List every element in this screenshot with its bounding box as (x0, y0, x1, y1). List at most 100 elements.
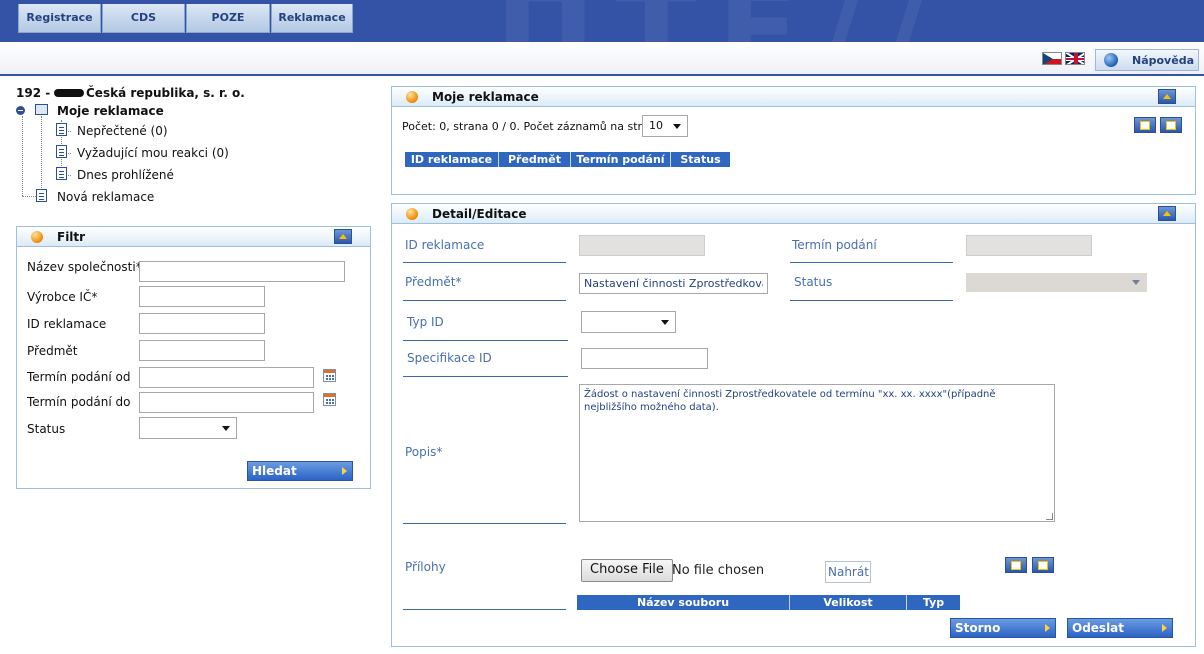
document-icon (56, 167, 67, 180)
page-size-select[interactable]: 10 (642, 115, 688, 137)
claim-id-label: ID reklamace (27, 317, 107, 331)
detail-header: Detail/Editace (392, 204, 1195, 224)
resize-grip-icon[interactable] (1046, 513, 1053, 520)
document-icon (56, 145, 67, 158)
collapse-minus-icon[interactable] (16, 106, 25, 115)
search-button[interactable]: Hledat (247, 461, 353, 481)
tree-item-new-claim[interactable]: Nová reklamace (57, 190, 154, 204)
tree-connector (41, 116, 42, 192)
help-label: Nápověda (1132, 54, 1194, 67)
column-header[interactable]: Status (671, 152, 730, 167)
english-flag-icon[interactable] (1065, 52, 1085, 65)
orange-bullet-icon (31, 231, 43, 243)
tree-connector (22, 116, 23, 196)
tree-item-my-claims[interactable]: Moje reklamace (57, 104, 164, 118)
column-header[interactable]: Předmět (499, 152, 571, 167)
status-label: Status (27, 422, 66, 436)
spec-id-input[interactable] (581, 348, 708, 369)
orange-bullet-icon (406, 91, 418, 103)
sub-header-bar (0, 42, 1204, 76)
label-underline (403, 340, 568, 341)
attach-export-icon[interactable] (1032, 557, 1054, 573)
company-name: Česká republika, s. r. o. (86, 86, 245, 100)
tab-reklamace[interactable]: Reklamace (271, 4, 353, 33)
files-table-header: Název souboru Velikost Typ (577, 595, 960, 610)
tab-cds[interactable]: CDS (102, 4, 185, 33)
description-text: Žádost o nastavení činnosti Zprostředkov… (584, 389, 996, 413)
submit-date-label: Termín podání (792, 238, 877, 252)
chevron-down-icon (1132, 280, 1140, 285)
column-header[interactable]: Velikost (790, 595, 907, 610)
arrow-right-icon (1162, 624, 1167, 632)
upload-button[interactable]: Nahrát (825, 561, 871, 583)
cancel-button[interactable]: Storno (950, 618, 1056, 638)
submit-date-field (966, 235, 1092, 256)
column-header[interactable]: Termín podání (571, 152, 671, 167)
cancel-button-label: Storno (955, 621, 1001, 635)
export-icon[interactable] (1134, 117, 1156, 133)
page-size-value: 10 (649, 119, 663, 132)
record-count-text: Počet: 0, strana 0 / 0. Počet záznamů na… (402, 120, 669, 133)
date-from-input[interactable] (139, 367, 314, 388)
tab-registrace[interactable]: Registrace (18, 4, 101, 33)
claim-id-field (579, 235, 705, 256)
spec-id-label: Specifikace ID (407, 351, 492, 365)
claim-id-input[interactable] (139, 313, 265, 334)
tree-item-viewed-today[interactable]: Dnes prohlížené (77, 168, 174, 182)
my-claims-collapse-button[interactable] (1158, 89, 1176, 104)
chevron-down-icon (661, 320, 669, 325)
top-navigation-bar: ПТЕ// Registrace CDS POZE Reklamace (0, 0, 1204, 42)
attachments-label: Přílohy (405, 560, 446, 574)
subject-input[interactable] (579, 273, 768, 294)
calendar-icon[interactable] (323, 393, 336, 406)
chevron-down-icon (673, 124, 681, 129)
type-id-select[interactable] (581, 311, 676, 333)
orange-bullet-icon (406, 208, 418, 220)
calendar-icon[interactable] (323, 369, 336, 382)
my-claims-title: Moje reklamace (432, 90, 539, 104)
trash-icon[interactable] (1005, 557, 1027, 573)
claims-table-header: ID reklamace Předmět Termín podání Statu… (405, 152, 730, 167)
no-file-text: No file chosen (672, 563, 765, 578)
label-underline (403, 523, 566, 524)
status-select[interactable] (139, 417, 237, 439)
my-claims-header: Moje reklamace (392, 87, 1195, 107)
tab-poze[interactable]: POZE (186, 4, 270, 33)
company-prefix: 192 - (16, 86, 51, 100)
subject-input[interactable] (139, 340, 265, 361)
claim-id-label: ID reklamace (405, 238, 485, 252)
document-icon (56, 123, 67, 136)
label-underline (790, 300, 953, 301)
document-icon (36, 189, 47, 202)
date-from-label: Termín podání od (27, 370, 131, 384)
label-underline (403, 376, 568, 377)
subject-label: Předmět (27, 344, 78, 358)
column-header[interactable]: Typ (907, 595, 960, 610)
detail-collapse-button[interactable] (1158, 206, 1176, 221)
send-button[interactable]: Odeslat (1067, 618, 1173, 638)
manufacturer-input[interactable] (139, 286, 265, 307)
filter-collapse-button[interactable] (334, 229, 352, 244)
print-icon[interactable] (1160, 117, 1182, 133)
column-header[interactable]: ID reklamace (405, 152, 499, 167)
send-button-label: Odeslat (1072, 621, 1125, 635)
description-textarea[interactable]: Žádost o nastavení činnosti Zprostředkov… (579, 384, 1055, 522)
tree-item-needs-reaction[interactable]: Vyžadující mou reakci (0) (77, 146, 229, 160)
arrow-right-icon (342, 467, 347, 475)
czech-flag-icon[interactable] (1042, 52, 1062, 65)
chevron-down-icon (222, 426, 230, 431)
detail-title: Detail/Editace (432, 207, 527, 221)
choose-file-button[interactable]: Choose File (581, 559, 673, 582)
tree-item-unread[interactable]: Nepřečtené (0) (77, 124, 168, 138)
redacted-text (54, 89, 84, 97)
status-label: Status (794, 275, 833, 289)
company-input[interactable] (139, 261, 345, 282)
background-watermark: ПТЕ// (495, 0, 947, 42)
company-label: Název společnosti* (27, 260, 142, 274)
date-to-input[interactable] (139, 392, 314, 413)
help-button[interactable]: Nápověda (1095, 49, 1199, 71)
date-to-label: Termín podání do (27, 395, 131, 409)
description-label: Popis* (405, 445, 443, 459)
column-header[interactable]: Název souboru (577, 595, 790, 610)
label-underline (403, 262, 566, 263)
